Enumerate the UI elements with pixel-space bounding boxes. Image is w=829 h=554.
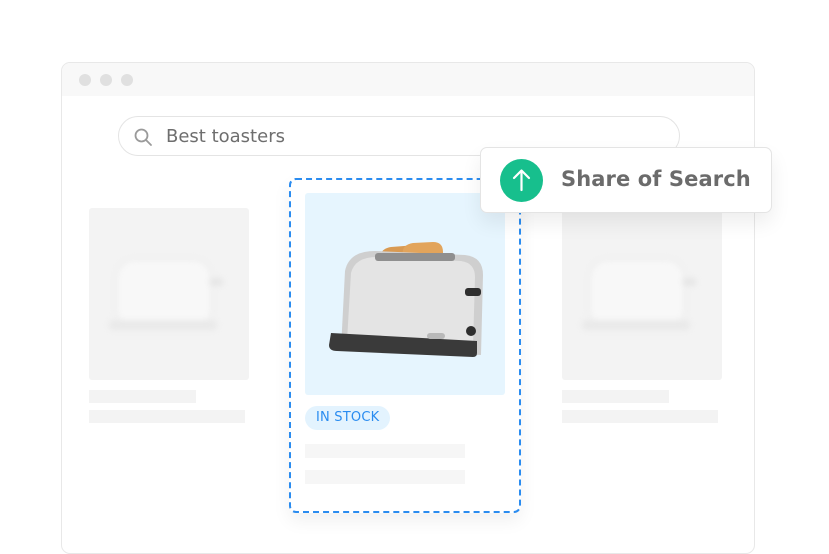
- title-placeholder: [562, 390, 669, 403]
- window-close-dot[interactable]: [79, 74, 91, 86]
- product-image-placeholder: [562, 208, 722, 380]
- toaster-blurred-icon: [582, 259, 696, 330]
- popover-label: Share of Search: [561, 167, 751, 191]
- toaster-blurred-icon: [109, 259, 223, 330]
- highlighted-product-card[interactable]: IN STOCK: [289, 178, 521, 513]
- product-image: [305, 193, 505, 395]
- price-placeholder: [305, 470, 465, 484]
- search-icon: [134, 128, 152, 146]
- arrow-up-icon: [500, 159, 543, 202]
- product-image-placeholder: [89, 208, 249, 380]
- price-placeholder: [89, 410, 245, 423]
- window-maximize-dot[interactable]: [121, 74, 133, 86]
- in-stock-badge: IN STOCK: [305, 406, 391, 430]
- title-placeholder: [89, 390, 196, 403]
- window-titlebar: [62, 63, 754, 96]
- window-minimize-dot[interactable]: [100, 74, 112, 86]
- share-of-search-popover[interactable]: Share of Search: [480, 147, 772, 213]
- search-input[interactable]: Best toasters: [166, 126, 285, 147]
- price-placeholder: [562, 410, 718, 423]
- title-placeholder: [305, 444, 465, 458]
- toaster-icon: [329, 242, 483, 357]
